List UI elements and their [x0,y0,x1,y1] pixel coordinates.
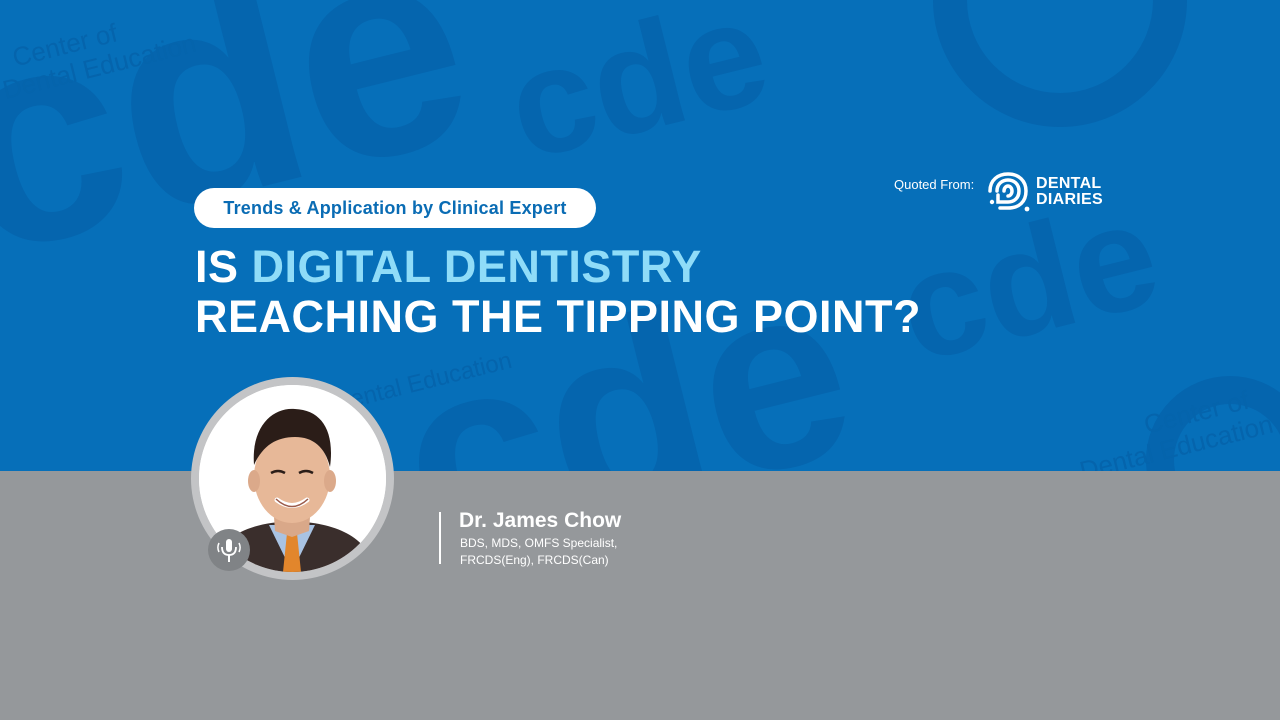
title-accent: DIGITAL DENTISTRY [251,241,702,292]
svg-text:cde: cde [492,0,783,191]
title-prefix: IS [195,241,252,292]
brand-line-2: DIARIES [1036,191,1103,208]
dental-diaries-logo-icon [988,172,1030,212]
speaker-name: Dr. James Chow [459,509,622,532]
category-tag-label: Trends & Application by Clinical Expert [223,197,567,218]
title-line-2: REACHING THE TIPPING POINT? [195,291,922,342]
speaker-credentials-line-2: FRCDS(Eng), FRCDS(Can) [460,553,609,567]
speaker-divider [439,512,441,564]
cde-watermark-pattern: cde cde cde cde Center of Dental Educati… [0,0,1280,471]
brand-wordmark: DENTAL DIARIES [1036,176,1103,208]
speaker-credentials-line-1: BDS, MDS, OMFS Specialist, [460,536,618,550]
brand-line-1: DENTAL [1036,175,1102,192]
page-title: IS DIGITAL DENTISTRY REACHING THE TIPPIN… [195,242,921,342]
podcast-badge [208,529,250,571]
dental-diaries-brand: DENTAL DIARIES [986,171,1103,213]
hero-banner: cde cde cde cde Center of Dental Educati… [0,0,1280,471]
quoted-from-label: Quoted From: [894,177,975,192]
microphone-icon [217,539,241,562]
category-tag: Trends & Application by Clinical Expert [194,188,596,228]
